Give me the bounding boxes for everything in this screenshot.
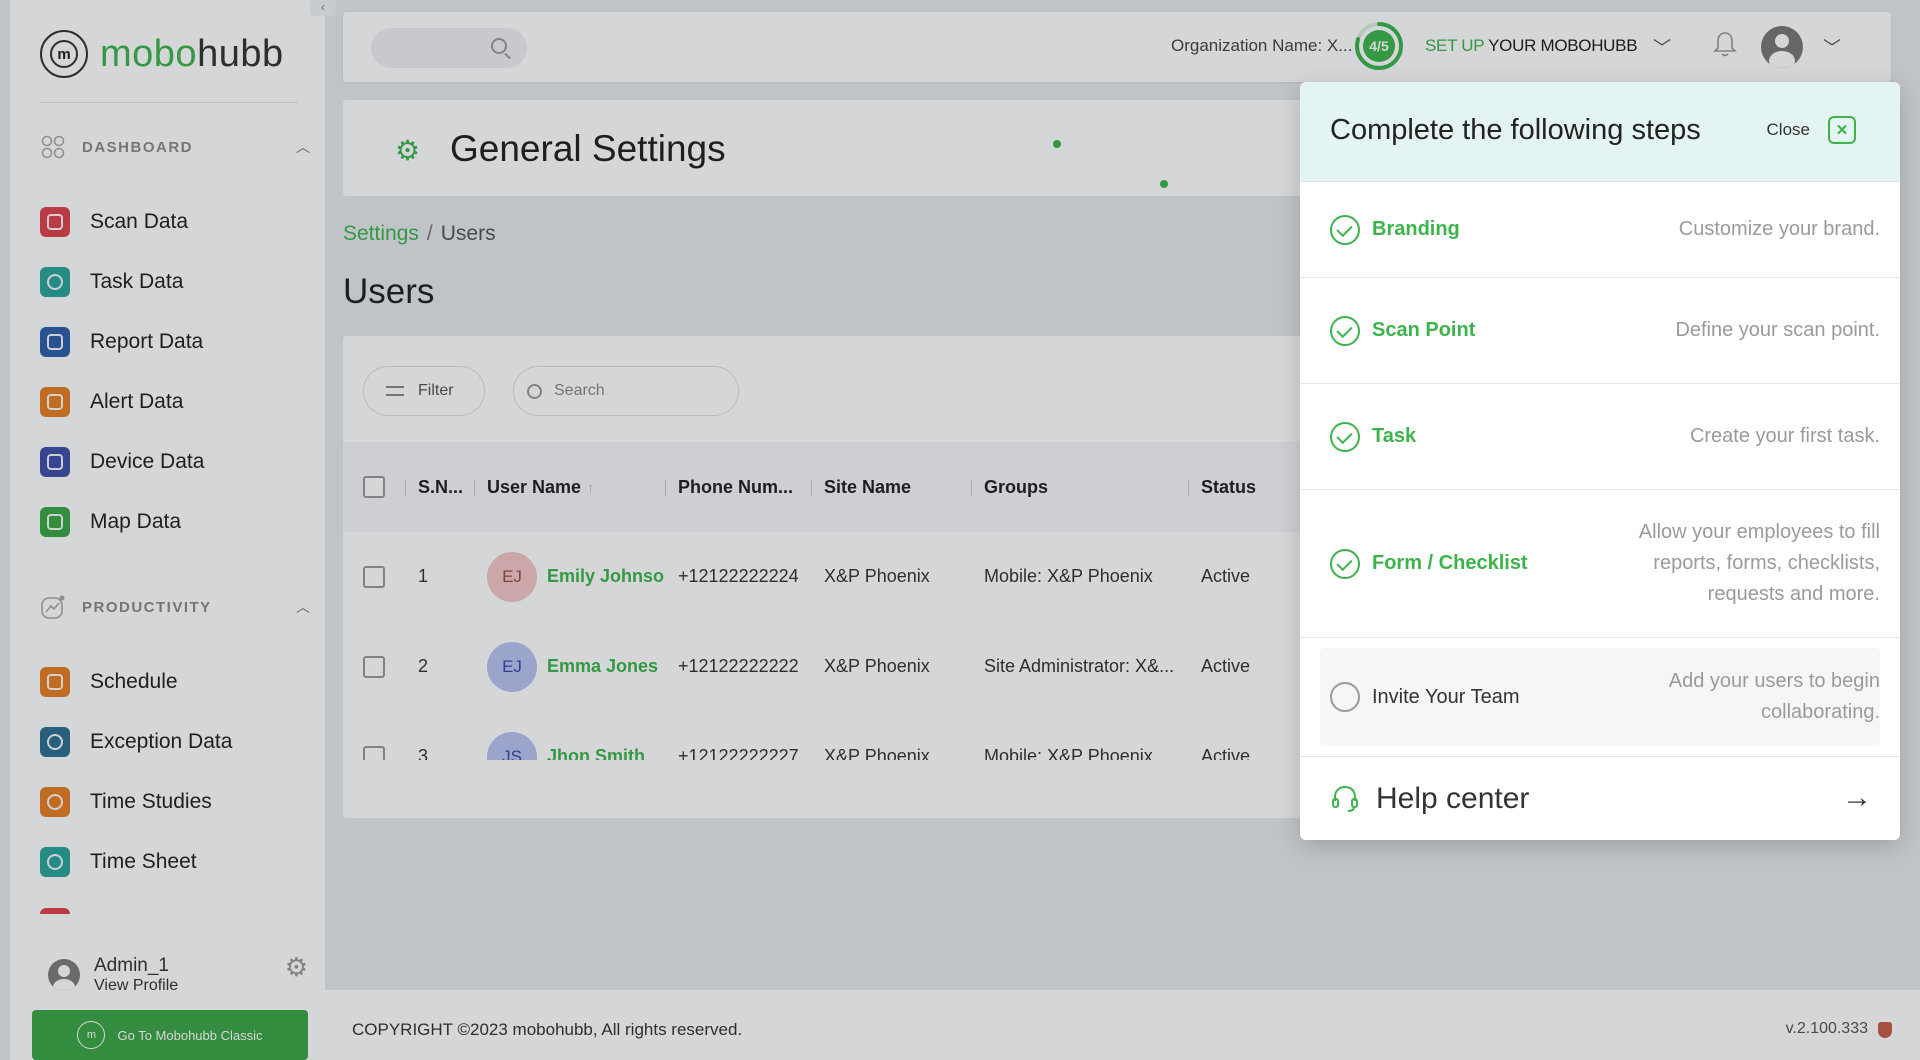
- setup-step-form-checklist[interactable]: Form / Checklist Allow your employees to…: [1300, 490, 1900, 638]
- setup-step-scan-point[interactable]: Scan Point Define your scan point.: [1300, 278, 1900, 384]
- step-description: Create your first task.: [1689, 425, 1880, 447]
- step-description: Customize your brand.: [1678, 218, 1880, 240]
- arrow-right-icon: →: [1842, 781, 1872, 814]
- setup-step-task[interactable]: Task Create your first task.: [1300, 384, 1900, 490]
- setup-step-invite-your-team[interactable]: Invite Your Team Add your users to begin…: [1320, 648, 1880, 746]
- step-description: Add your users to begin collaborating.: [1668, 670, 1880, 723]
- step-description: Allow your employees to fill reports, fo…: [1638, 521, 1880, 605]
- setup-step-branding[interactable]: Branding Customize your brand.: [1300, 182, 1900, 278]
- step-name: Branding: [1372, 218, 1460, 240]
- step-name: Scan Point: [1372, 319, 1476, 341]
- step-name: Form / Checklist: [1372, 552, 1528, 574]
- empty-circle-icon: [1330, 682, 1360, 712]
- help-center-link[interactable]: Help center →: [1300, 756, 1900, 840]
- check-circle-icon: [1330, 421, 1360, 452]
- help-center-label: Help center: [1376, 781, 1530, 815]
- setup-steps-panel: Complete the following steps Close ✕ Bra…: [1300, 82, 1900, 840]
- panel-header: Complete the following steps Close ✕: [1300, 82, 1900, 182]
- step-name: Task: [1372, 425, 1417, 447]
- panel-title: Complete the following steps: [1330, 114, 1701, 146]
- step-description: Define your scan point.: [1675, 319, 1880, 341]
- check-circle-icon: [1330, 548, 1360, 579]
- check-circle-icon: [1330, 315, 1360, 346]
- check-circle-icon: [1330, 214, 1360, 245]
- close-icon[interactable]: ✕: [1828, 116, 1856, 144]
- close-label[interactable]: Close: [1767, 120, 1810, 140]
- headset-icon: [1330, 784, 1360, 814]
- step-name: Invite Your Team: [1372, 685, 1520, 708]
